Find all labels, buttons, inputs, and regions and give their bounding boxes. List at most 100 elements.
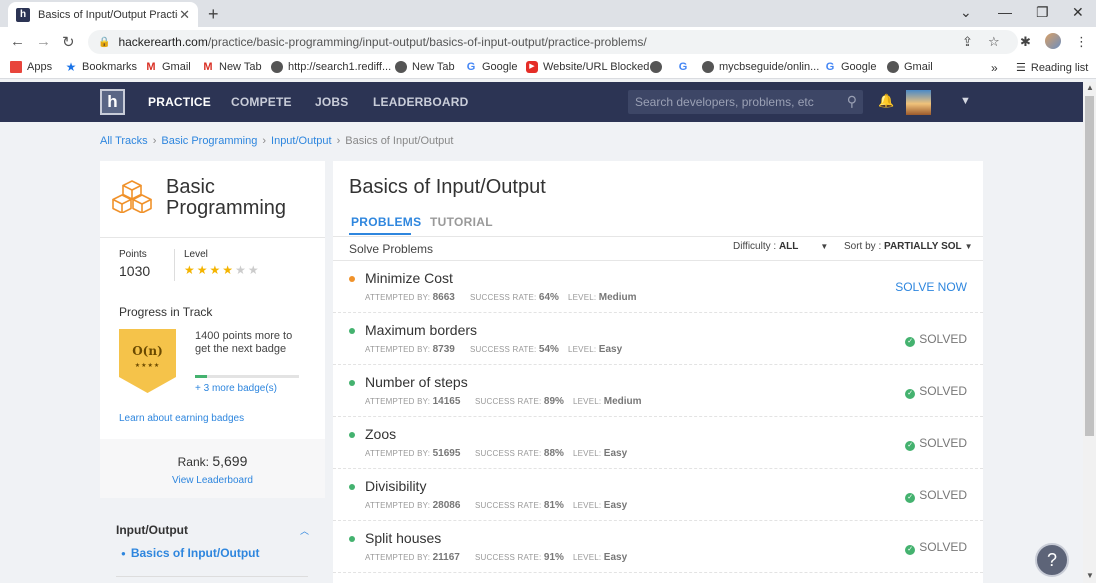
browser-tab[interactable]: h Basics of Input/Output Practice P ✕ — [8, 2, 198, 27]
breadcrumb-current: Basics of Input/Output — [345, 135, 454, 147]
breadcrumb-input-output[interactable]: Input/Output — [271, 135, 332, 147]
tab-tutorial[interactable]: TUTORIAL — [430, 215, 493, 229]
subtopic-basics-io[interactable]: Basics of Input/Output — [121, 546, 260, 560]
breadcrumb-basic-programming[interactable]: Basic Programming — [161, 135, 257, 147]
star-icon: ★ — [235, 263, 248, 277]
bookmark-google[interactable]: G Google — [465, 61, 518, 73]
scroll-down-icon[interactable]: ▼ — [1086, 571, 1094, 580]
reload-icon[interactable]: ↻ — [62, 33, 75, 51]
close-window-icon[interactable]: ✕ — [1072, 4, 1084, 21]
maximize-icon[interactable]: ❐ — [1036, 4, 1049, 21]
globe-icon — [887, 61, 899, 73]
problem-name[interactable]: Number of steps — [365, 374, 468, 390]
share-icon[interactable]: ⇪ — [962, 34, 973, 50]
extensions-icon[interactable]: ✱ — [1020, 34, 1031, 50]
difficulty-filter[interactable]: Difficulty : ALL ▼ — [733, 241, 828, 252]
profile-avatar[interactable] — [1045, 33, 1061, 49]
globe-icon — [650, 61, 662, 73]
view-leaderboard-link[interactable]: View Leaderboard — [100, 475, 325, 486]
bookmark-url-blocked[interactable]: ▶ Website/URL Blocked — [526, 61, 649, 73]
menu-dots-icon[interactable]: ⋮ — [1075, 34, 1088, 50]
success-rate: SUCCESS RATE: 81% — [475, 500, 564, 511]
more-bookmarks-icon[interactable]: » — [991, 61, 998, 75]
new-tab-icon[interactable]: + — [208, 4, 219, 25]
chevron-up-icon[interactable]: ︿ — [300, 524, 309, 537]
bookmark-new-tab-2[interactable]: New Tab — [395, 61, 455, 73]
nav-practice[interactable]: PRACTICE — [148, 95, 211, 109]
bookmark-new-tab[interactable]: M New Tab — [202, 61, 261, 73]
page-scrollbar[interactable]: ▲ ▼ — [1083, 82, 1096, 583]
topic-input-output[interactable]: Input/Output — [116, 523, 188, 537]
problem-name[interactable]: Divisibility — [365, 478, 426, 494]
more-badges-link[interactable]: + 3 more badge(s) — [195, 383, 277, 394]
nav-jobs[interactable]: JOBS — [315, 95, 348, 109]
breadcrumb-separator-icon: › — [336, 135, 341, 147]
url-field[interactable]: 🔒 hackerearth.com/practice/basic-program… — [88, 30, 1018, 54]
reading-list-button[interactable]: ☰ Reading list — [1016, 61, 1088, 75]
forward-icon[interactable]: → — [36, 33, 51, 50]
problem-level: LEVEL: Easy — [573, 448, 628, 459]
problem-row[interactable]: Number of steps ATTEMPTED BY: 14165 SUCCES… — [333, 365, 983, 417]
progress-in-track-label: Progress in Track — [119, 305, 213, 319]
globe-icon — [271, 61, 283, 73]
google-icon: G — [825, 61, 835, 73]
divider — [100, 237, 325, 238]
rank-section: Rank: 5,699 View Leaderboard — [100, 439, 325, 498]
bookmark-gmail[interactable]: M Gmail — [145, 61, 190, 73]
nav-compete[interactable]: COMPETE — [231, 95, 292, 109]
problem-row[interactable]: Maximum borders ATTEMPTED BY: 8739 SUCCESS… — [333, 313, 983, 365]
problem-name[interactable]: Split houses — [365, 530, 441, 546]
problems-card: Basics of Input/Output PROBLEMS TUTORIAL… — [333, 161, 983, 583]
star-icon: ★ — [184, 263, 197, 277]
solved-status: ✓ SOLVED — [905, 540, 967, 555]
sort-by-dropdown[interactable]: Sort by : PARTIALLY SOL ▼ — [844, 241, 973, 252]
address-bar-row: ← → ↻ 🔒 hackerearth.com/practice/basic-p… — [0, 27, 1096, 57]
success-rate: SUCCESS RATE: 88% — [475, 448, 564, 459]
earning-badges-link[interactable]: Learn about earning badges — [119, 413, 244, 424]
success-rate: SUCCESS RATE: 91% — [475, 552, 564, 563]
notification-bell-icon[interactable]: 🔔 — [878, 93, 894, 109]
bookmark-google-3[interactable]: G Google — [824, 61, 877, 73]
nav-leaderboard[interactable]: LEADERBOARD — [373, 95, 469, 109]
help-icon[interactable]: ? — [1035, 543, 1069, 577]
breadcrumb-all-tracks[interactable]: All Tracks — [100, 135, 148, 147]
chevron-down-icon: ▼ — [820, 242, 829, 251]
problem-name[interactable]: Zoos — [365, 426, 396, 442]
problem-name[interactable]: Minimize Cost — [365, 270, 453, 286]
points-label: Points — [119, 249, 147, 260]
bookmark-globe[interactable] — [650, 61, 667, 73]
gmail-icon: M — [203, 61, 213, 73]
chevron-down-icon[interactable]: ▼ — [960, 95, 971, 107]
tab-problems[interactable]: PROBLEMS — [351, 215, 421, 229]
bookmark-rediff[interactable]: http://search1.rediff... — [271, 61, 391, 73]
problem-row[interactable]: Minimize Cost ATTEMPTED BY: 8663 SUCCESS R… — [333, 261, 983, 313]
scroll-up-icon[interactable]: ▲ — [1086, 83, 1094, 92]
search-icon[interactable]: ⚲ — [847, 93, 857, 110]
hackerearth-logo[interactable]: h — [100, 89, 125, 115]
user-avatar[interactable] — [906, 90, 931, 115]
minimize-icon[interactable]: — — [998, 4, 1012, 20]
check-circle-icon: ✓ — [905, 441, 916, 451]
bookmark-gmail-2[interactable]: Gmail — [887, 61, 933, 73]
problem-row[interactable]: Zoos ATTEMPTED BY: 51695 SUCCESS RATE: 88%… — [333, 417, 983, 469]
problem-row[interactable]: Divisibility ATTEMPTED BY: 28086 SUCCESS R… — [333, 469, 983, 521]
bookmark-bookmarks[interactable]: ★ Bookmarks — [65, 61, 137, 73]
bookmark-star-icon[interactable]: ☆ — [988, 34, 1000, 50]
problem-row[interactable]: Split houses ATTEMPTED BY: 21167 SUCCESS R… — [333, 521, 983, 573]
check-circle-icon: ✓ — [905, 493, 916, 503]
hackerearth-favicon-icon: h — [16, 7, 30, 22]
bookmark-apps[interactable]: Apps — [10, 61, 52, 73]
problem-name[interactable]: Maximum borders — [365, 322, 477, 338]
bookmark-mycbseguide[interactable]: mycbseguide/onlin... — [702, 61, 819, 73]
url-path: /practice/basic-programming/input-output… — [207, 35, 647, 49]
divider — [116, 576, 308, 577]
close-tab-icon[interactable]: ✕ — [179, 7, 190, 23]
level-stars: ★★★★★★ — [184, 263, 261, 277]
site-search-input[interactable] — [635, 95, 835, 109]
solve-now-button[interactable]: SOLVE NOW — [895, 280, 967, 294]
tab-search-icon[interactable]: ⌄ — [960, 4, 972, 21]
badge-progress-bar — [195, 375, 299, 378]
back-icon[interactable]: ← — [10, 33, 25, 50]
bookmark-google-2[interactable]: G — [677, 61, 694, 73]
scrollbar-thumb[interactable] — [1085, 96, 1094, 436]
